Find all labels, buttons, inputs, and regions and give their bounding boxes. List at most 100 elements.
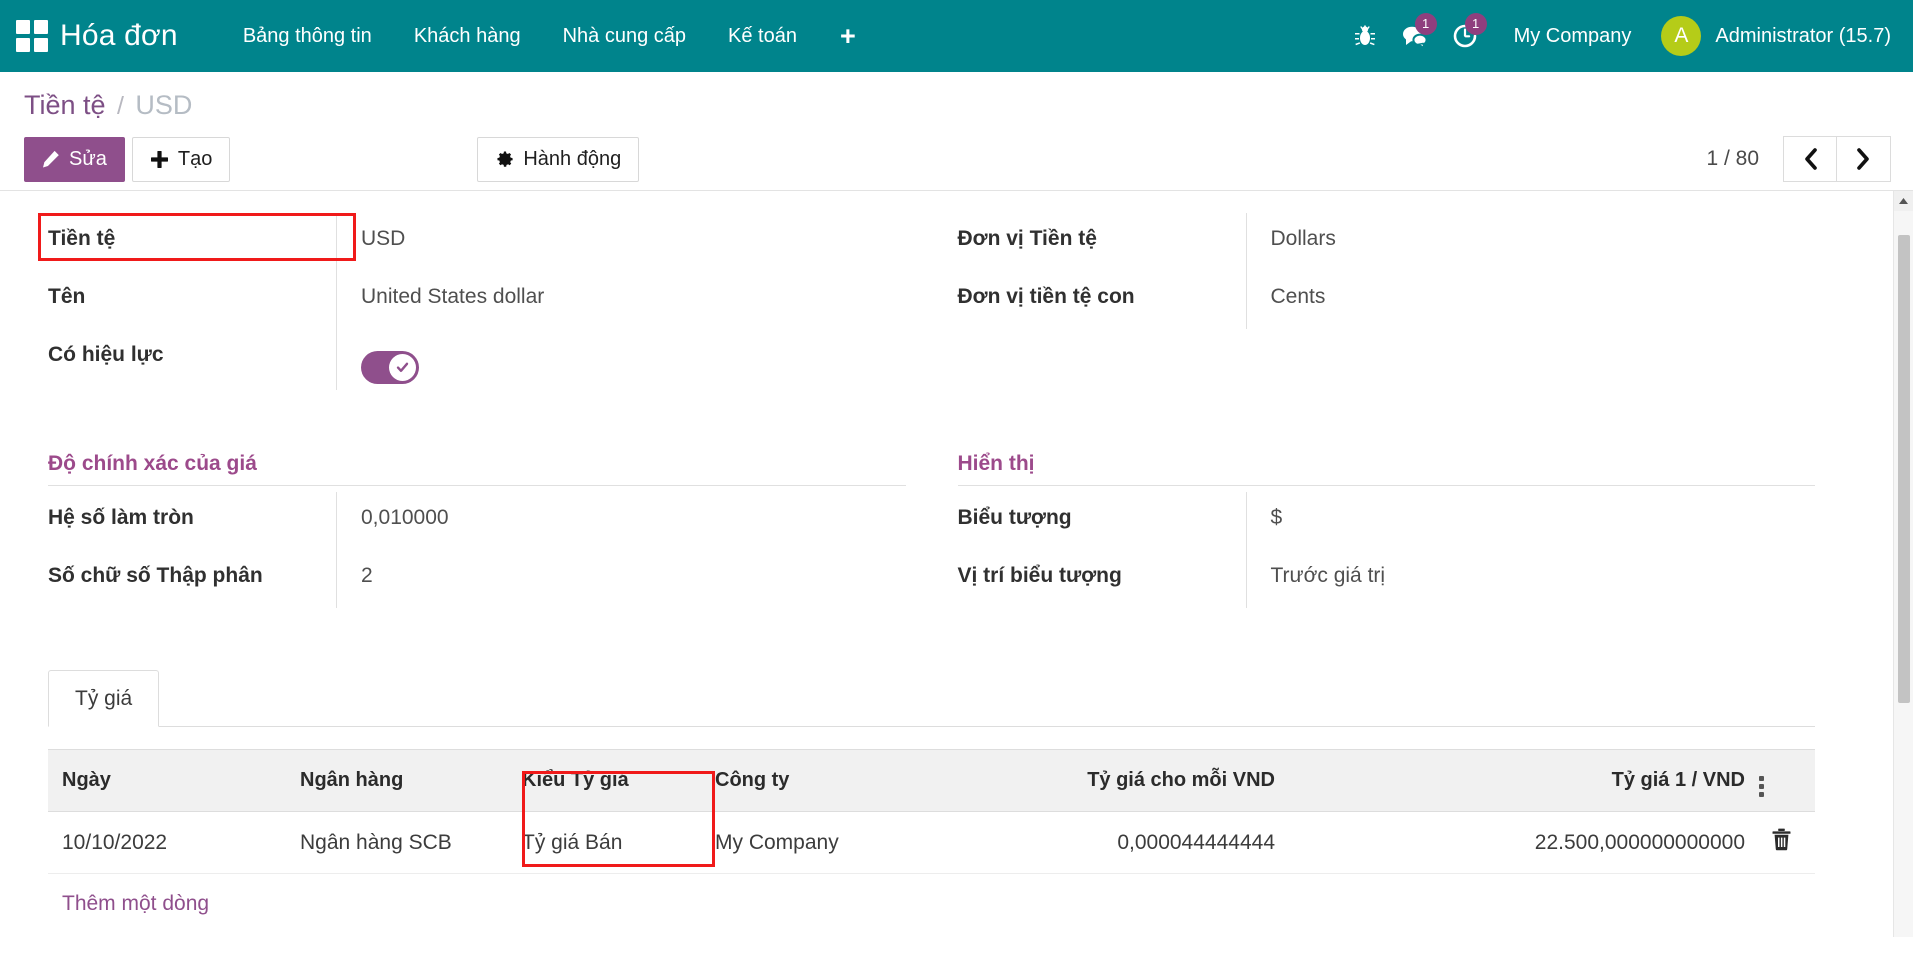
menu-add-button[interactable]: + <box>818 0 878 72</box>
top-navbar: Hóa đơn Bảng thông tin Khách hàng Nhà cu… <box>0 0 1913 72</box>
edit-button-label: Sửa <box>69 148 107 171</box>
caret-up-icon <box>1898 197 1909 205</box>
apps-grid-cell <box>16 38 30 52</box>
vertical-scrollbar[interactable] <box>1893 191 1913 937</box>
form-column-right: Đơn vị Tiền tệ Dollars Đơn vị tiền tệ co… <box>958 213 1816 390</box>
section-display: Hiển thị Biểu tượng $ Vị trí biểu tượng … <box>958 452 1816 608</box>
avatar: A <box>1661 16 1701 56</box>
cell-delete-row[interactable] <box>1759 812 1815 874</box>
bug-icon[interactable] <box>1342 0 1388 72</box>
breadcrumb-parent[interactable]: Tiền tệ <box>24 90 106 120</box>
form-sheet-area: Tiền tệ USD Tên United States dollar Có … <box>0 190 1913 937</box>
menu-item-dashboard[interactable]: Bảng thông tin <box>222 0 393 72</box>
kebab-menu-icon[interactable] <box>1759 776 1764 797</box>
cell-rate-type[interactable]: Tỷ giá Bán <box>508 812 701 874</box>
cell-rate-per-vnd[interactable]: 0,000044444444 <box>919 812 1289 874</box>
col-header-rate-one-vnd[interactable]: Tỷ giá 1 / VND <box>1289 750 1759 812</box>
field-currency-subunit: Đơn vị tiền tệ con Cents <box>958 271 1816 329</box>
kebab-dot <box>1759 776 1764 781</box>
action-button-label: Hành động <box>523 148 621 171</box>
field-active-label: Có hiệu lực <box>48 329 336 367</box>
menu-item-accounting[interactable]: Kế toán <box>707 0 818 72</box>
field-currency-unit-value[interactable]: Dollars <box>1246 213 1816 271</box>
table-row[interactable]: 10/10/2022 Ngân hàng SCB Tỷ giá Bán My C… <box>48 812 1815 874</box>
field-name-label: Tên <box>48 271 336 309</box>
rates-table-head: Ngày Ngân hàng Kiểu Tỷ giá Công ty Tỷ gi… <box>48 750 1815 812</box>
trash-icon <box>1771 828 1792 851</box>
active-toggle[interactable] <box>361 351 419 384</box>
rates-table-body: 10/10/2022 Ngân hàng SCB Tỷ giá Bán My C… <box>48 812 1815 874</box>
company-switcher[interactable]: My Company <box>1488 25 1654 48</box>
menu-item-customers[interactable]: Khách hàng <box>393 0 542 72</box>
cell-company[interactable]: My Company <box>701 812 919 874</box>
field-rounding-value[interactable]: 0,010000 <box>336 492 906 550</box>
field-right-spacer-value <box>1246 329 1816 387</box>
rates-header-row: Ngày Ngân hàng Kiểu Tỷ giá Công ty Tỷ gi… <box>48 750 1815 812</box>
apps-grid-cell <box>34 38 48 52</box>
apps-grid-icon[interactable] <box>14 18 50 54</box>
messages-badge: 1 <box>1415 13 1437 35</box>
field-currency-value[interactable]: USD <box>336 213 906 271</box>
field-currency-subunit-value[interactable]: Cents <box>1246 271 1816 329</box>
breadcrumb: Tiền tệ / USD <box>0 72 1913 128</box>
col-header-bank[interactable]: Ngân hàng <box>286 750 508 812</box>
pager-count: 1 / 80 <box>1706 147 1759 171</box>
pager-next-button[interactable] <box>1837 136 1891 182</box>
plus-icon <box>150 150 169 169</box>
notebook: Tỷ giá Ngày Ngân hàng Kiểu Tỷ giá Công t… <box>48 670 1815 916</box>
user-menu[interactable]: A Administrator (15.7) <box>1653 16 1891 56</box>
field-right-spacer <box>958 329 1816 387</box>
rates-table-wrap: Ngày Ngân hàng Kiểu Tỷ giá Công ty Tỷ gi… <box>48 749 1815 916</box>
form-top-group: Tiền tệ USD Tên United States dollar Có … <box>48 213 1815 390</box>
form-column-left: Tiền tệ USD Tên United States dollar Có … <box>48 213 906 390</box>
cell-bank[interactable]: Ngân hàng SCB <box>286 812 508 874</box>
pager-previous-button[interactable] <box>1783 136 1837 182</box>
field-name: Tên United States dollar <box>48 271 906 329</box>
field-currency-unit-label: Đơn vị Tiền tệ <box>958 213 1246 251</box>
col-options-button[interactable] <box>1759 750 1815 812</box>
apps-grid-cell <box>34 20 48 34</box>
form-sections-group: Độ chính xác của giá Hệ số làm tròn 0,01… <box>48 452 1815 608</box>
create-button[interactable]: Tạo <box>132 137 230 182</box>
add-line-button[interactable]: Thêm một dòng <box>48 874 223 916</box>
rates-table: Ngày Ngân hàng Kiểu Tỷ giá Công ty Tỷ gi… <box>48 749 1815 874</box>
create-button-label: Tạo <box>178 148 212 171</box>
action-button[interactable]: Hành động <box>477 137 639 182</box>
control-panel: Sửa Tạo Hành động 1 / 80 <box>0 128 1913 190</box>
col-header-company[interactable]: Công ty <box>701 750 919 812</box>
field-decimal-places-label: Số chữ số Thập phân <box>48 550 336 588</box>
field-symbol: Biểu tượng $ <box>958 492 1816 550</box>
field-symbol-position-value[interactable]: Trước giá trị <box>1246 550 1816 608</box>
kebab-dot <box>1759 792 1764 797</box>
scroll-up-arrow-icon[interactable] <box>1894 191 1913 211</box>
scroll-thumb[interactable] <box>1898 235 1910 703</box>
chevron-left-icon <box>1803 148 1818 170</box>
field-right-spacer-label <box>958 329 1246 343</box>
section-price-precision: Độ chính xác của giá Hệ số làm tròn 0,01… <box>48 452 906 608</box>
cell-rate-one-vnd[interactable]: 22.500,000000000000 <box>1289 812 1759 874</box>
app-brand-title[interactable]: Hóa đơn <box>60 19 178 53</box>
menu-item-vendors[interactable]: Nhà cung cấp <box>542 0 707 72</box>
field-currency-unit: Đơn vị Tiền tệ Dollars <box>958 213 1816 271</box>
edit-button[interactable]: Sửa <box>24 137 125 182</box>
field-decimal-places: Số chữ số Thập phân 2 <box>48 550 906 608</box>
activities-badge: 1 <box>1465 13 1487 35</box>
breadcrumb-current: USD <box>135 90 192 120</box>
col-header-rate-type[interactable]: Kiểu Tỷ giá <box>508 750 701 812</box>
notebook-tabs: Tỷ giá <box>48 670 1815 727</box>
section-display-title: Hiển thị <box>958 452 1816 486</box>
col-header-rate-per-vnd[interactable]: Tỷ giá cho mỗi VND <box>919 750 1289 812</box>
activities-icon-button[interactable]: 1 <box>1442 0 1488 72</box>
cell-date[interactable]: 10/10/2022 <box>48 812 286 874</box>
field-symbol-value[interactable]: $ <box>1246 492 1816 550</box>
field-rounding-label: Hệ số làm tròn <box>48 492 336 530</box>
messages-icon-button[interactable]: 1 <box>1392 0 1438 72</box>
action-button-wrap: Hành động <box>477 137 639 182</box>
field-active: Có hiệu lực <box>48 329 906 390</box>
tab-rates[interactable]: Tỷ giá <box>48 670 159 727</box>
field-name-value[interactable]: United States dollar <box>336 271 906 329</box>
field-symbol-label: Biểu tượng <box>958 492 1246 530</box>
col-header-date[interactable]: Ngày <box>48 750 286 812</box>
field-decimal-places-value[interactable]: 2 <box>336 550 906 608</box>
field-symbol-position-label: Vị trí biểu tượng <box>958 550 1246 588</box>
